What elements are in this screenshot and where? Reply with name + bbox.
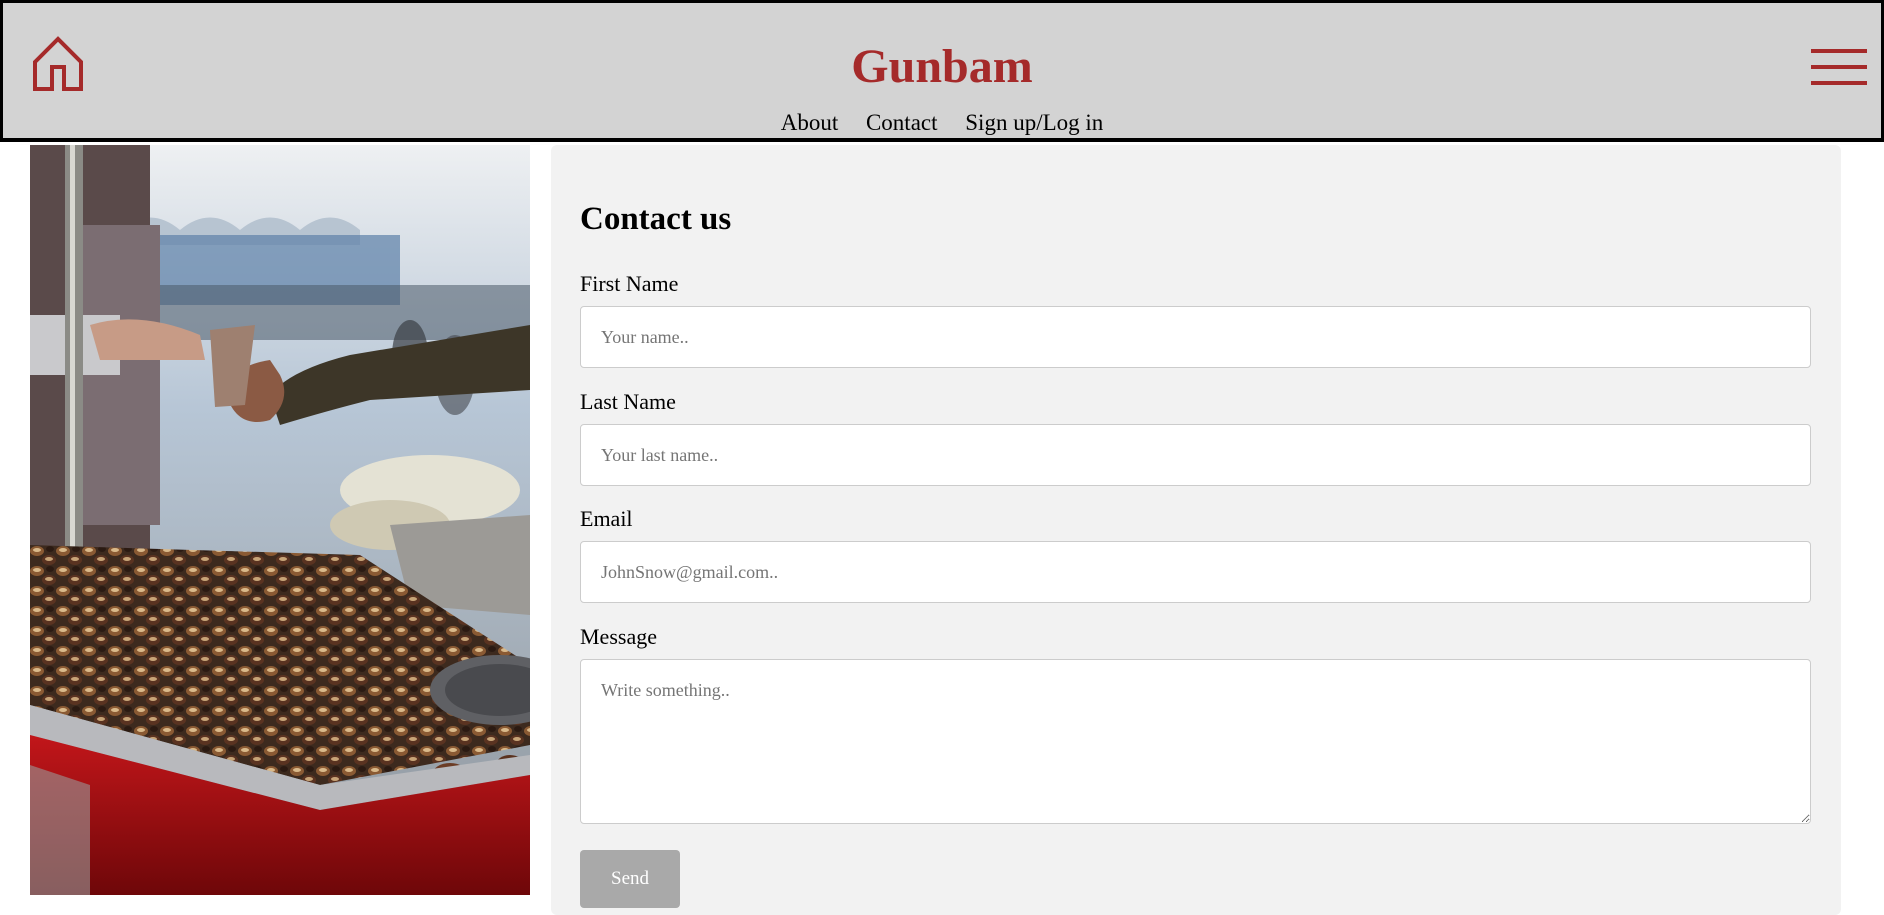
contact-title: Contact us bbox=[580, 201, 732, 237]
hamburger-menu-icon[interactable] bbox=[1811, 47, 1869, 89]
message-textarea[interactable] bbox=[580, 659, 1811, 824]
nav-about-link[interactable]: About bbox=[781, 110, 839, 135]
last-name-label: Last Name bbox=[580, 389, 676, 414]
send-button[interactable]: Send bbox=[580, 850, 680, 908]
brand-title[interactable]: Gunbam bbox=[3, 43, 1881, 91]
last-name-input[interactable] bbox=[580, 424, 1811, 486]
message-label: Message bbox=[580, 624, 657, 649]
site-header: Gunbam About Contact Sign up/Log in bbox=[0, 0, 1884, 142]
first-name-label: First Name bbox=[580, 271, 679, 296]
contact-form-card: Contact us First Name Last Name Email Me… bbox=[551, 145, 1841, 915]
email-label: Email bbox=[580, 506, 633, 531]
main-nav: About Contact Sign up/Log in bbox=[3, 111, 1881, 134]
chestnut-vendor-photo bbox=[30, 145, 530, 895]
first-name-input[interactable] bbox=[580, 306, 1811, 368]
nav-signup-login-link[interactable]: Sign up/Log in bbox=[965, 110, 1103, 135]
email-input[interactable] bbox=[580, 541, 1811, 603]
nav-contact-link[interactable]: Contact bbox=[866, 110, 938, 135]
